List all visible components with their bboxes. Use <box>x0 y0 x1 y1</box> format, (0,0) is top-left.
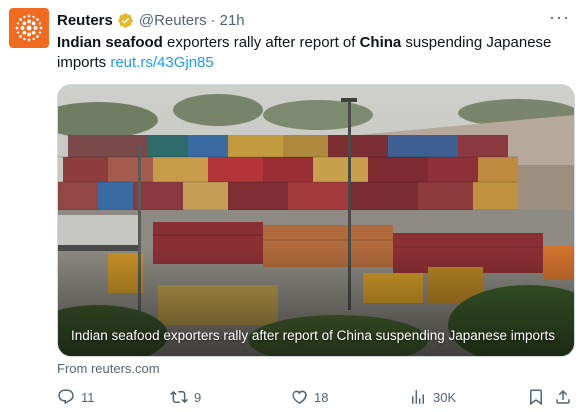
repost-button[interactable]: 9 <box>170 388 201 406</box>
container-yard-photo <box>58 85 574 356</box>
link-card-image[interactable]: Indian seafood exporters rally after rep… <box>57 84 575 357</box>
views-count: 30K <box>433 389 457 405</box>
tweet-header: Reuters @Reuters · 21h ··· <box>57 8 570 30</box>
verified-badge-icon[interactable] <box>117 12 134 29</box>
text-bold-1: Indian seafood <box>57 34 163 51</box>
handle[interactable]: @Reuters <box>139 12 207 29</box>
views-chart-icon <box>412 390 424 404</box>
repost-count: 9 <box>194 389 202 405</box>
bookmark-icon <box>530 389 542 406</box>
timestamp[interactable]: 21h <box>220 12 245 29</box>
reply-count: 11 <box>81 389 95 405</box>
repost-icon <box>170 390 188 404</box>
reply-icon <box>58 389 74 405</box>
heart-icon <box>292 390 307 405</box>
action-bar: 11 9 18 30K <box>57 388 573 410</box>
text-bold-2: China <box>359 34 402 51</box>
like-button[interactable]: 18 <box>290 388 328 406</box>
reuters-logo-icon <box>15 14 43 42</box>
separator-dot: · <box>210 11 216 29</box>
reply-button[interactable]: 11 <box>57 388 95 406</box>
text-part-1: exporters rally after report of <box>162 34 360 51</box>
views-button[interactable]: 30K <box>409 388 456 406</box>
card-source[interactable]: From reuters.com <box>57 361 160 376</box>
tweet: Reuters @Reuters · 21h ··· Indian seafoo… <box>0 0 582 412</box>
more-options-button[interactable]: ··· <box>549 8 570 26</box>
tweet-text: Indian seafood exporters rally after rep… <box>57 33 567 73</box>
share-icon <box>556 389 570 404</box>
like-count: 18 <box>314 389 329 405</box>
card-caption: Indian seafood exporters rally after rep… <box>71 328 556 343</box>
tweet-link[interactable]: reut.rs/43Gjn85 <box>110 54 213 71</box>
display-name[interactable]: Reuters <box>57 12 113 29</box>
avatar[interactable] <box>9 8 49 48</box>
bookmark-button[interactable] <box>527 388 545 406</box>
share-button[interactable] <box>554 388 572 406</box>
